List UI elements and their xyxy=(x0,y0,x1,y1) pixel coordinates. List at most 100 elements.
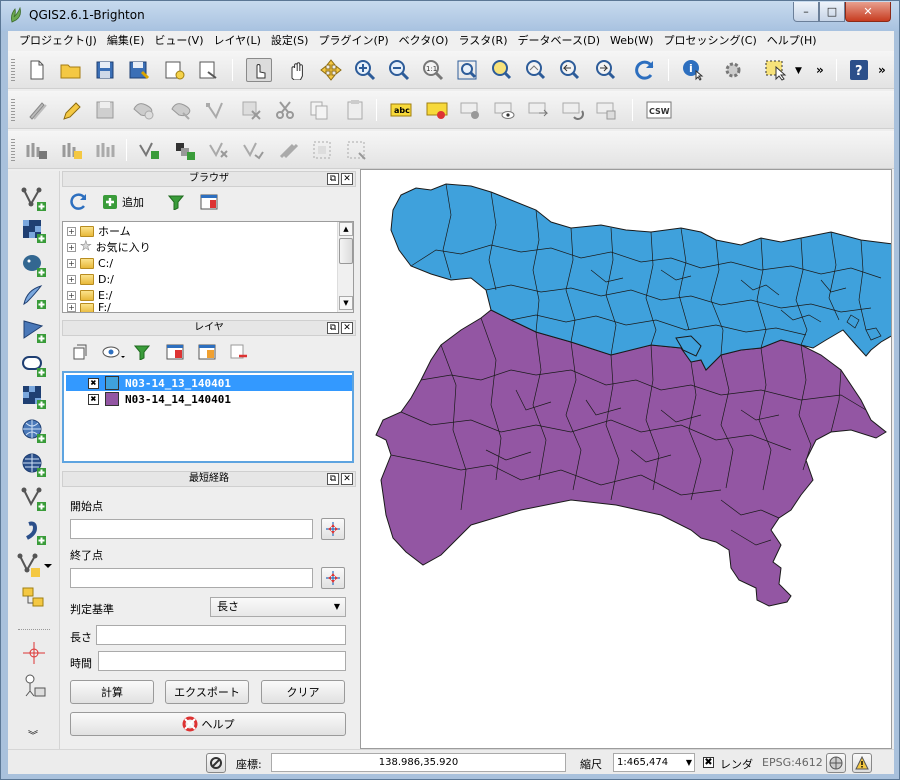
scroll-up-arrow[interactable]: ▲ xyxy=(339,222,353,236)
refresh-icon[interactable] xyxy=(632,58,658,82)
reshape-icon[interactable] xyxy=(276,138,302,162)
toggle-extents-icon[interactable] xyxy=(206,753,226,773)
add-wcs-layer-icon[interactable] xyxy=(20,417,48,445)
delete-vertex-icon[interactable] xyxy=(206,138,232,162)
menu-item[interactable]: データベース(D) xyxy=(513,31,606,51)
close-panel-button[interactable]: ✕ xyxy=(341,173,353,185)
delete-selected-icon[interactable] xyxy=(238,98,264,122)
pick-start-point-button[interactable] xyxy=(321,518,345,540)
menu-item[interactable]: ヘルプ(H) xyxy=(762,31,822,51)
messages-warning-icon[interactable] xyxy=(852,753,872,773)
scroll-thumb[interactable] xyxy=(339,238,353,264)
add-delimited-text-layer-icon[interactable] xyxy=(20,485,48,513)
analysis-tool-1-icon[interactable] xyxy=(24,138,50,162)
layers-panel-title[interactable]: レイヤ ⧉ ✕ xyxy=(62,320,356,336)
remove-layer-icon[interactable] xyxy=(230,342,248,362)
layer-tree[interactable]: ✖ N03-14_13_140401 ✖ N03-14_14_140401 xyxy=(62,371,354,463)
save-layer-edits-icon[interactable] xyxy=(92,98,118,122)
browser-tree[interactable]: + ホーム + ★ お気に入り + C:/ + D:/ + E:/ + F:/ ▲ ▼ xyxy=(62,221,354,313)
move-label-icon[interactable] xyxy=(526,98,552,122)
expand-all-icon[interactable] xyxy=(166,342,184,362)
touch-zoom-pan-icon[interactable] xyxy=(246,58,272,82)
open-project-icon[interactable] xyxy=(58,58,84,82)
pin-labels-icon[interactable] xyxy=(424,98,450,122)
zoom-next-icon[interactable] xyxy=(592,58,618,82)
criterion-select[interactable]: 長さ ▼ xyxy=(210,597,346,617)
add-vector-layer-icon[interactable] xyxy=(20,185,48,213)
expand-toggle[interactable]: + xyxy=(67,226,76,236)
tree-item-favorites[interactable]: + ★ お気に入り xyxy=(67,239,151,255)
close-panel-button[interactable]: ✕ xyxy=(341,473,353,485)
split-features-icon[interactable] xyxy=(344,138,370,162)
expand-toggle[interactable]: + xyxy=(67,303,76,312)
rotate-label-icon[interactable] xyxy=(560,98,586,122)
more-tools-chevron[interactable]: ︾ xyxy=(28,727,38,742)
simplify-icon[interactable] xyxy=(240,138,266,162)
add-raster-layer-icon[interactable] xyxy=(20,217,48,245)
maximize-button[interactable]: □ xyxy=(819,2,845,22)
add-vertex-icon[interactable] xyxy=(136,138,162,162)
expand-toggle[interactable]: + xyxy=(67,242,76,252)
pan-map-icon[interactable] xyxy=(284,58,310,82)
menu-item[interactable]: プロジェクト(J) xyxy=(14,31,102,51)
tree-item-drive-d[interactable]: + D:/ xyxy=(67,271,114,287)
analysis-tool-2-icon[interactable] xyxy=(60,138,86,162)
layer-row-kanagawa[interactable]: ✖ N03-14_14_140401 xyxy=(66,391,352,407)
help-contents-icon[interactable]: ? xyxy=(846,58,872,82)
current-edits-icon[interactable] xyxy=(24,98,50,122)
add-spatialite-layer-icon[interactable] xyxy=(20,283,48,311)
tree-item-home[interactable]: + ホーム xyxy=(67,223,131,239)
expand-toggle[interactable]: + xyxy=(67,290,76,300)
layer-visibility-checkbox[interactable]: ✖ xyxy=(88,377,99,389)
menu-item[interactable]: Web(W) xyxy=(605,31,658,51)
filter-legend-icon[interactable] xyxy=(134,342,150,362)
add-mssql-layer-icon[interactable] xyxy=(20,317,48,345)
scale-select[interactable]: 1:465,474 ▼ xyxy=(613,753,695,772)
add-oracle-layer-icon[interactable] xyxy=(20,351,48,379)
road-graph-settings-icon[interactable] xyxy=(20,671,48,699)
zoom-last-icon[interactable] xyxy=(556,58,582,82)
menu-item[interactable]: 設定(S) xyxy=(266,31,314,51)
menu-item[interactable]: ビュー(V) xyxy=(149,31,208,51)
close-button[interactable]: ✕ xyxy=(845,2,891,22)
dropdown-arrow-icon[interactable]: ▼ xyxy=(795,66,802,76)
crs-globe-icon[interactable] xyxy=(826,753,846,773)
change-label-icon[interactable] xyxy=(594,98,620,122)
save-project-icon[interactable] xyxy=(92,58,118,82)
create-layer-group-icon[interactable] xyxy=(20,585,48,613)
add-postgis-layer-icon[interactable] xyxy=(20,251,48,279)
collapse-all-layers-icon[interactable] xyxy=(198,342,216,362)
toolbar-overflow-chevron[interactable]: » xyxy=(816,63,824,77)
menu-item[interactable]: プロセッシング(C) xyxy=(658,31,761,51)
csw-client-icon[interactable]: CSW xyxy=(644,98,674,122)
start-point-field[interactable] xyxy=(70,519,313,539)
zoom-actual-size-icon[interactable]: 1:1 xyxy=(420,58,446,82)
zoom-out-icon[interactable] xyxy=(386,58,412,82)
clear-button[interactable]: クリア xyxy=(261,680,345,704)
float-panel-button[interactable]: ⧉ xyxy=(327,173,339,185)
close-panel-button[interactable]: ✕ xyxy=(341,322,353,334)
run-feature-action-icon[interactable] xyxy=(720,58,746,82)
identify-features-icon[interactable]: i xyxy=(680,58,706,82)
zoom-to-layer-icon[interactable] xyxy=(522,58,548,82)
calculate-button[interactable]: 計算 xyxy=(70,680,154,704)
time-field[interactable] xyxy=(98,651,346,671)
layer-labeling-icon[interactable]: abc xyxy=(388,98,414,122)
paste-features-icon[interactable] xyxy=(342,98,368,122)
toolbar-grip[interactable] xyxy=(11,99,15,121)
toolbar-grip[interactable] xyxy=(11,139,15,161)
title-bar[interactable]: QGIS2.6.1-Brighton – □ ✕ xyxy=(1,1,899,31)
add-feature-icon[interactable] xyxy=(130,98,156,122)
float-panel-button[interactable]: ⧉ xyxy=(327,322,339,334)
add-selected-layers-button[interactable]: 追加 xyxy=(102,192,144,212)
add-wfs-layer-icon[interactable] xyxy=(20,451,48,479)
save-as-icon[interactable] xyxy=(126,58,152,82)
browser-panel-title[interactable]: ブラウザ ⧉ ✕ xyxy=(62,171,356,187)
new-shapefile-layer-icon[interactable] xyxy=(16,551,54,579)
add-wms-layer-icon[interactable] xyxy=(20,383,48,411)
toolbar-grip[interactable] xyxy=(11,59,15,81)
toggle-editing-icon[interactable] xyxy=(58,98,84,122)
layer-row-tokyo[interactable]: ✖ N03-14_13_140401 xyxy=(66,375,352,391)
cut-features-icon[interactable] xyxy=(272,98,298,122)
expand-toggle[interactable]: + xyxy=(67,274,76,284)
